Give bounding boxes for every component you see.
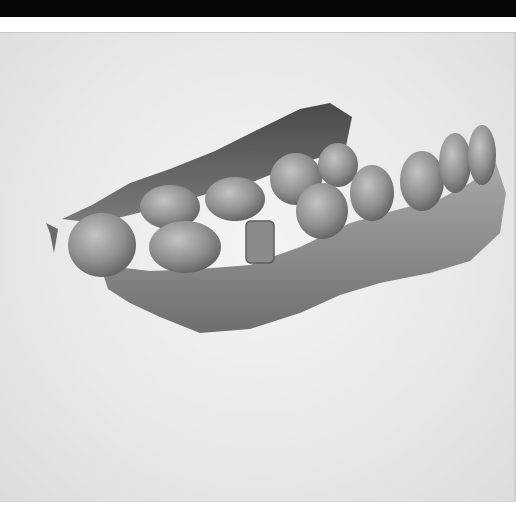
tooth-lower-4 — [439, 133, 471, 193]
tooth-upper-4 — [318, 143, 358, 187]
dental-scan-model[interactable] — [0, 33, 516, 501]
tooth-lower-3 — [400, 151, 444, 211]
status-bar — [0, 501, 516, 517]
implant-abutment — [245, 220, 275, 264]
3d-viewport[interactable] — [0, 33, 516, 501]
tooth-molar-left — [68, 213, 136, 277]
tooth-upper-2 — [205, 177, 265, 221]
tooth-lower-1 — [296, 183, 348, 239]
tooth-lower-molar — [149, 221, 221, 273]
toolbar-strip — [0, 17, 516, 33]
title-bar — [0, 0, 516, 17]
tooth-lower-2 — [350, 165, 394, 221]
scan-artifact — [46, 223, 58, 253]
tooth-lower-5 — [468, 125, 496, 185]
